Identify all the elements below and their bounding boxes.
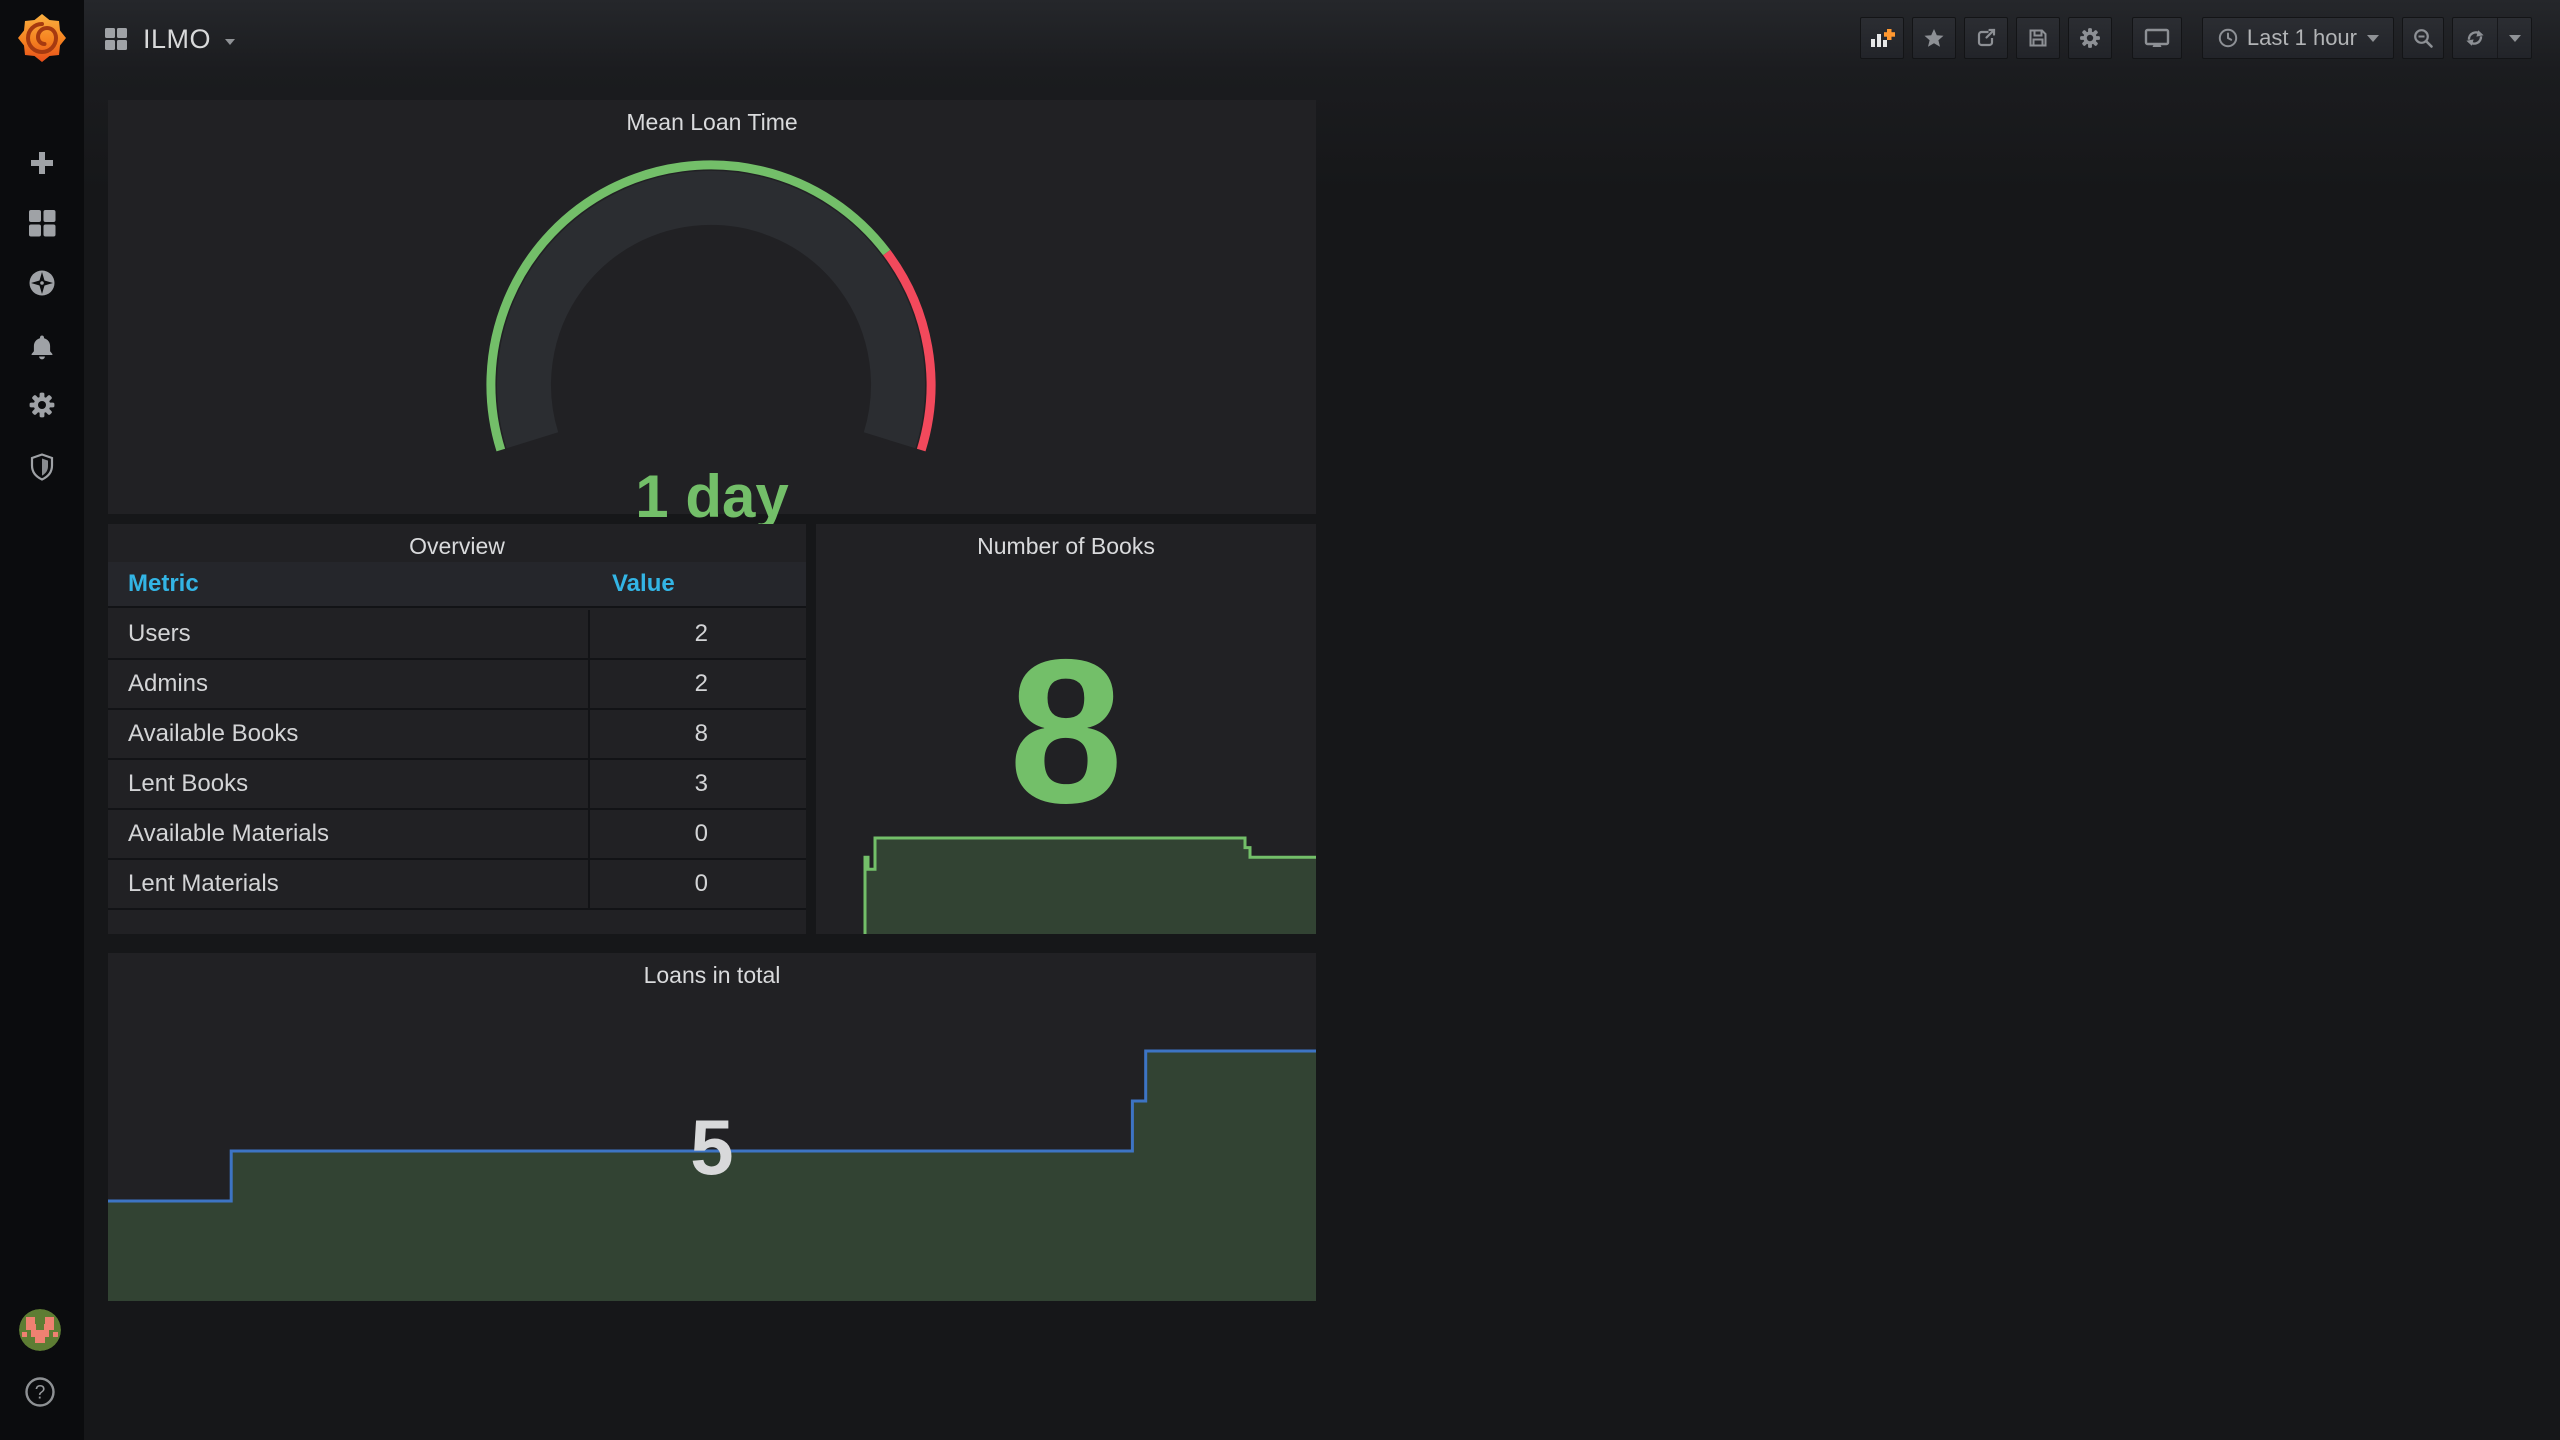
table-body: Users 2 Admins 2 Available Books 8 Lent … — [108, 610, 806, 910]
panel-mean-loan-time: Mean Loan Time 1 day Loan time — [108, 100, 1316, 592]
help-icon[interactable]: ? — [24, 1376, 56, 1408]
cycle-view-mode-button[interactable] — [2131, 17, 2182, 59]
user-avatar[interactable] — [19, 1309, 61, 1351]
value-cell: 0 — [588, 860, 806, 908]
panel-title[interactable]: Loans in total — [108, 962, 1316, 989]
toolbar: Last 1 hour — [1859, 17, 2532, 59]
column-header-value[interactable]: Value — [590, 570, 806, 598]
gauge-chart — [486, 160, 936, 452]
dashboard-title-menu[interactable]: ILMO — [104, 0, 236, 78]
panel-overview-table: Overview Metric Value Users 2 Admins 2 A… — [108, 524, 806, 934]
share-dashboard-button[interactable] — [1963, 17, 2008, 59]
explore-compass-icon[interactable] — [27, 268, 57, 298]
value-cell: 0 — [588, 810, 806, 858]
configuration-gear-icon[interactable] — [27, 390, 57, 420]
table-row: Available Books 8 — [108, 710, 806, 760]
dashboards-grid-icon[interactable] — [27, 208, 57, 238]
star-icon — [1924, 29, 1944, 47]
metric-cell: Lent Books — [128, 770, 249, 797]
value-cell: 2 — [588, 610, 806, 658]
panel-loans-in-total: Loans in total 5 — [108, 953, 1316, 1301]
time-range-label: Last 1 hour — [2246, 25, 2357, 50]
value-cell: 3 — [588, 760, 806, 808]
metric-cell: Users — [128, 620, 191, 647]
value-cell: 8 — [588, 710, 806, 758]
gauge-value: 1 day — [635, 463, 789, 530]
metric-cell: Available Books — [128, 720, 299, 747]
settings-gear-icon — [2080, 28, 2100, 48]
dashboard-squares-icon — [105, 28, 127, 50]
add-panel-icon — [1870, 29, 1895, 47]
refresh-dashboard-button[interactable] — [2453, 18, 2497, 58]
dashboard-title: ILMO — [143, 23, 212, 54]
table-row: Lent Materials 0 — [108, 860, 806, 910]
table-header-row: Metric Value — [108, 562, 806, 608]
refresh-interval-caret-icon — [2508, 34, 2521, 42]
zoom-out-icon — [2414, 29, 2433, 48]
column-header-metric[interactable]: Metric — [108, 570, 590, 598]
clock-icon — [2218, 28, 2238, 48]
table-row: Admins 2 — [108, 660, 806, 710]
add-panel-button[interactable] — [1859, 17, 1904, 59]
grafana-logo[interactable] — [18, 14, 66, 62]
title-caret-icon — [225, 39, 236, 45]
dashboard-settings-button[interactable] — [2067, 17, 2112, 59]
svg-text:?: ? — [35, 1383, 46, 1404]
sidebar: ? — [0, 0, 84, 1440]
cycle-view-monitor-icon — [2144, 28, 2170, 47]
create-plus-icon[interactable] — [27, 148, 57, 178]
time-range-picker[interactable]: Last 1 hour — [2201, 17, 2394, 59]
save-dashboard-button[interactable] — [2015, 17, 2060, 59]
time-range-caret-icon — [2367, 34, 2379, 42]
share-icon — [1977, 28, 1996, 47]
panel-title[interactable]: Overview — [108, 533, 806, 560]
alerting-bell-icon[interactable] — [27, 332, 57, 362]
refresh-interval-dropdown[interactable] — [2497, 18, 2531, 58]
navbar: ILMO Last 1 hour — [84, 0, 2560, 78]
metric-cell: Admins — [128, 670, 209, 697]
table-row: Lent Books 3 — [108, 760, 806, 810]
table-row: Users 2 — [108, 610, 806, 660]
metric-cell: Available Materials — [128, 820, 329, 847]
refresh-icon — [2466, 30, 2484, 46]
star-dashboard-button[interactable] — [1911, 17, 1956, 59]
value-cell: 2 — [588, 660, 806, 708]
panel-title[interactable]: Number of Books — [816, 533, 1316, 560]
stat-value: 8 — [1008, 617, 1123, 846]
metric-cell: Lent Materials — [128, 870, 279, 897]
panel-number-of-books: Number of Books 8 — [816, 524, 1316, 934]
refresh-button-group — [2452, 17, 2532, 59]
zoom-out-time-button[interactable] — [2402, 17, 2444, 59]
table-row: Available Materials 0 — [108, 810, 806, 860]
save-icon — [2029, 29, 2047, 47]
server-admin-shield-icon[interactable] — [27, 452, 57, 482]
stat-value: 5 — [690, 1103, 734, 1191]
